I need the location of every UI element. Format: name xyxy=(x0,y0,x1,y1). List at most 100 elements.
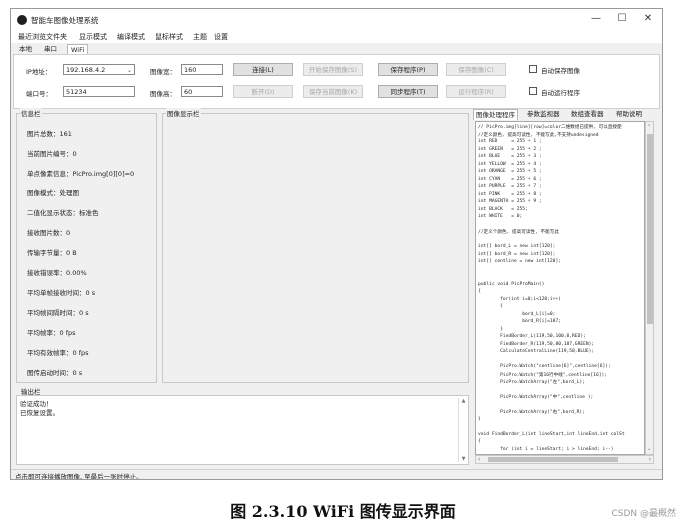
tab-image-program[interactable]: 图像处理程序 xyxy=(473,109,518,120)
code-vertical-scrollbar[interactable]: ⌃ ⌄ xyxy=(645,121,654,455)
source-tabs: 本地 串口 WiFi xyxy=(11,43,662,55)
menu-compile-mode[interactable]: 编译模式 xyxy=(117,32,145,42)
auto-run-checkbox[interactable] xyxy=(529,87,537,95)
connect-button[interactable]: 连接(L) xyxy=(233,63,293,76)
scrollbar-thumb[interactable] xyxy=(647,134,653,324)
tab-help[interactable]: 帮助说明 xyxy=(614,109,644,119)
code-line: int ORANGE = 255 + 5 ; xyxy=(478,169,542,174)
menu-theme[interactable]: 主题 xyxy=(193,32,207,42)
scrollbar-thumb[interactable] xyxy=(488,457,618,462)
info-panel-title: 信息栏 xyxy=(20,108,42,118)
scroll-right-icon[interactable]: › xyxy=(649,456,651,463)
disconnect-button[interactable]: 断开(D) xyxy=(233,85,293,98)
code-editor[interactable]: // PicPro.img[line][row]=color二维数组已提供, 可… xyxy=(475,121,645,455)
code-line: void FindBorder_L(int lineStart,int line… xyxy=(478,431,625,437)
scroll-up-icon[interactable]: ▲ xyxy=(459,398,468,404)
minimize-icon[interactable]: — xyxy=(585,11,607,27)
code-line: // PicPro.img[line][row]=color二维数组已提供, 可… xyxy=(478,125,622,130)
code-line: //定义个颜色, 提高可读性, 不能写此 xyxy=(478,230,559,235)
code-line: FindBorder_L(119,50,100,0,RED); xyxy=(478,334,586,339)
code-line: int GREEN = 255 + 2 ; xyxy=(478,146,542,152)
code-line: PicPro.WatchArray("中",centline ); xyxy=(478,395,594,400)
code-line: public void PicProMain() xyxy=(478,281,545,287)
ip-combobox[interactable]: 192.168.4.2 ⌄ xyxy=(63,64,135,75)
connection-panel: IP地址： 192.168.4.2 ⌄ 端口号： 51234 图像宽： 160 … xyxy=(13,54,660,109)
code-line: } xyxy=(478,326,503,332)
save-program-button[interactable]: 保存程序(P) xyxy=(378,63,438,76)
code-line: int PINK = 255 + 8 ; xyxy=(478,191,542,197)
port-field[interactable]: 51234 xyxy=(63,86,135,97)
menu-bar: 最近浏览文件夹 显示模式 编译模式 鼠标样式 主题 设置 xyxy=(11,31,662,43)
right-tabs: 图像处理程序 参数监视器 数组查看器 帮助说明 xyxy=(473,108,658,120)
scroll-down-icon[interactable]: ▼ xyxy=(459,456,468,462)
code-line: int WHITE = 0; xyxy=(478,214,523,219)
code-line: { xyxy=(478,304,503,309)
code-line: { xyxy=(478,289,481,294)
code-line: int BLUE = 255 + 3 ; xyxy=(478,154,542,159)
title-bar: 智能车图像处理系统 — ☐ ✕ xyxy=(11,9,662,31)
image-width-field[interactable]: 160 xyxy=(181,64,223,75)
sync-program-button[interactable]: 同步程序(T) xyxy=(378,85,438,98)
code-line: int BLACK = 255; xyxy=(478,206,528,212)
tab-array-viewer[interactable]: 数组查看器 xyxy=(569,109,606,119)
scroll-left-icon[interactable]: ‹ xyxy=(478,456,480,463)
chevron-down-icon[interactable]: ⌄ xyxy=(127,65,132,76)
code-line: int PURPLE = 255 + 7 ; xyxy=(478,184,542,189)
code-horizontal-scrollbar[interactable]: ‹ › xyxy=(475,455,654,464)
image-height-field[interactable]: 60 xyxy=(181,86,223,97)
code-line: for (int i = lineStart; i > lineEnd; i--… xyxy=(478,446,614,452)
output-line: 已恢复设置。 xyxy=(20,409,59,417)
save-image-button[interactable]: 保存图像(C) xyxy=(446,63,506,76)
code-line: int MAGENTA = 255 + 9 ; xyxy=(478,199,542,204)
close-icon[interactable]: ✕ xyxy=(637,11,659,27)
run-program-button[interactable]: 运行程序(R) xyxy=(446,85,506,98)
window-title: 智能车图像处理系统 xyxy=(31,16,99,25)
watermark: CSDN @最概然 xyxy=(611,509,676,519)
tab-local[interactable]: 本地 xyxy=(16,44,35,54)
info-avg-interval: 平均帧间隔时间：0 s xyxy=(27,309,89,317)
info-avg-receive-time: 平均单帧接收时间：0 s xyxy=(27,289,96,297)
code-line: bord_R[i]=187; xyxy=(478,319,561,324)
code-line: int RED = 255 + 1 ; xyxy=(478,139,542,144)
tab-param-monitor[interactable]: 参数监视器 xyxy=(525,109,562,119)
auto-save-label: 自动保存图像 xyxy=(541,67,580,75)
code-line: } xyxy=(478,416,481,422)
menu-display-mode[interactable]: 显示模式 xyxy=(79,32,107,42)
auto-run-label: 自动运行程序 xyxy=(541,89,580,97)
scroll-down-icon[interactable]: ⌄ xyxy=(647,446,651,452)
status-bar: 点击即可连接播放图像, 至最后一张时停止。 xyxy=(11,469,662,480)
output-scrollbar[interactable]: ▲ ▼ xyxy=(458,398,468,462)
info-current-index: 当前图片编号：0 xyxy=(27,150,77,158)
info-avg-fps: 平均帧率：0 fps xyxy=(27,329,76,337)
port-label: 端口号： xyxy=(26,90,52,98)
code-line: bord_L[i]=0; xyxy=(478,311,556,317)
output-panel: 验证成功！ 已恢复设置。 ▲ ▼ xyxy=(16,395,469,465)
image-panel-title: 图像显示栏 xyxy=(166,108,201,118)
info-received-count: 接收图片数：0 xyxy=(27,229,71,237)
save-current-image-button[interactable]: 保存当前图像(K) xyxy=(303,85,363,98)
menu-cursor-style[interactable]: 鼠标样式 xyxy=(155,32,183,42)
code-line: CalculateCentralLine(119,50,BLUE); xyxy=(478,349,595,354)
maximize-icon[interactable]: ☐ xyxy=(611,11,633,27)
code-line: int[] bord_L = new int[120]; xyxy=(478,244,556,249)
start-save-images-button[interactable]: 开始保存图像(S) xyxy=(303,63,363,76)
menu-recent-folders[interactable]: 最近浏览文件夹 xyxy=(18,32,67,42)
info-error-rate: 接收错误率：0.00% xyxy=(27,269,87,277)
code-line: int CYAN = 255 + 6 ; xyxy=(478,176,542,182)
app-window: 智能车图像处理系统 — ☐ ✕ 最近浏览文件夹 显示模式 编译模式 鼠标样式 主… xyxy=(10,8,663,480)
info-bytes: 传输字节量：0 B xyxy=(27,249,77,257)
info-binarize-state: 二值化显示状态：标准色 xyxy=(27,209,99,217)
scroll-up-icon[interactable]: ⌃ xyxy=(647,124,651,130)
info-total-images: 图片总数：161 xyxy=(27,130,72,138)
app-logo-icon xyxy=(17,15,27,25)
info-image-mode: 图像模式：处理图 xyxy=(27,189,79,197)
code-line: //定义颜色, 提高可读性, 不能写此,不支持undesigned xyxy=(478,132,599,138)
auto-save-checkbox[interactable] xyxy=(529,65,537,73)
menu-settings[interactable]: 设置 xyxy=(214,32,228,42)
code-line: PicPro.WatchArray("左",bord_L); xyxy=(478,380,585,385)
code-line: int[] centline = new int[120]; xyxy=(478,259,561,264)
code-line: int[] bord_R = new int[120]; xyxy=(478,251,556,257)
code-line: for(int i=0;i<120;i++) xyxy=(478,296,561,302)
status-text: 点击即可连接播放图像, 至最后一张时停止。 xyxy=(15,473,143,480)
tab-serial[interactable]: 串口 xyxy=(41,44,60,54)
